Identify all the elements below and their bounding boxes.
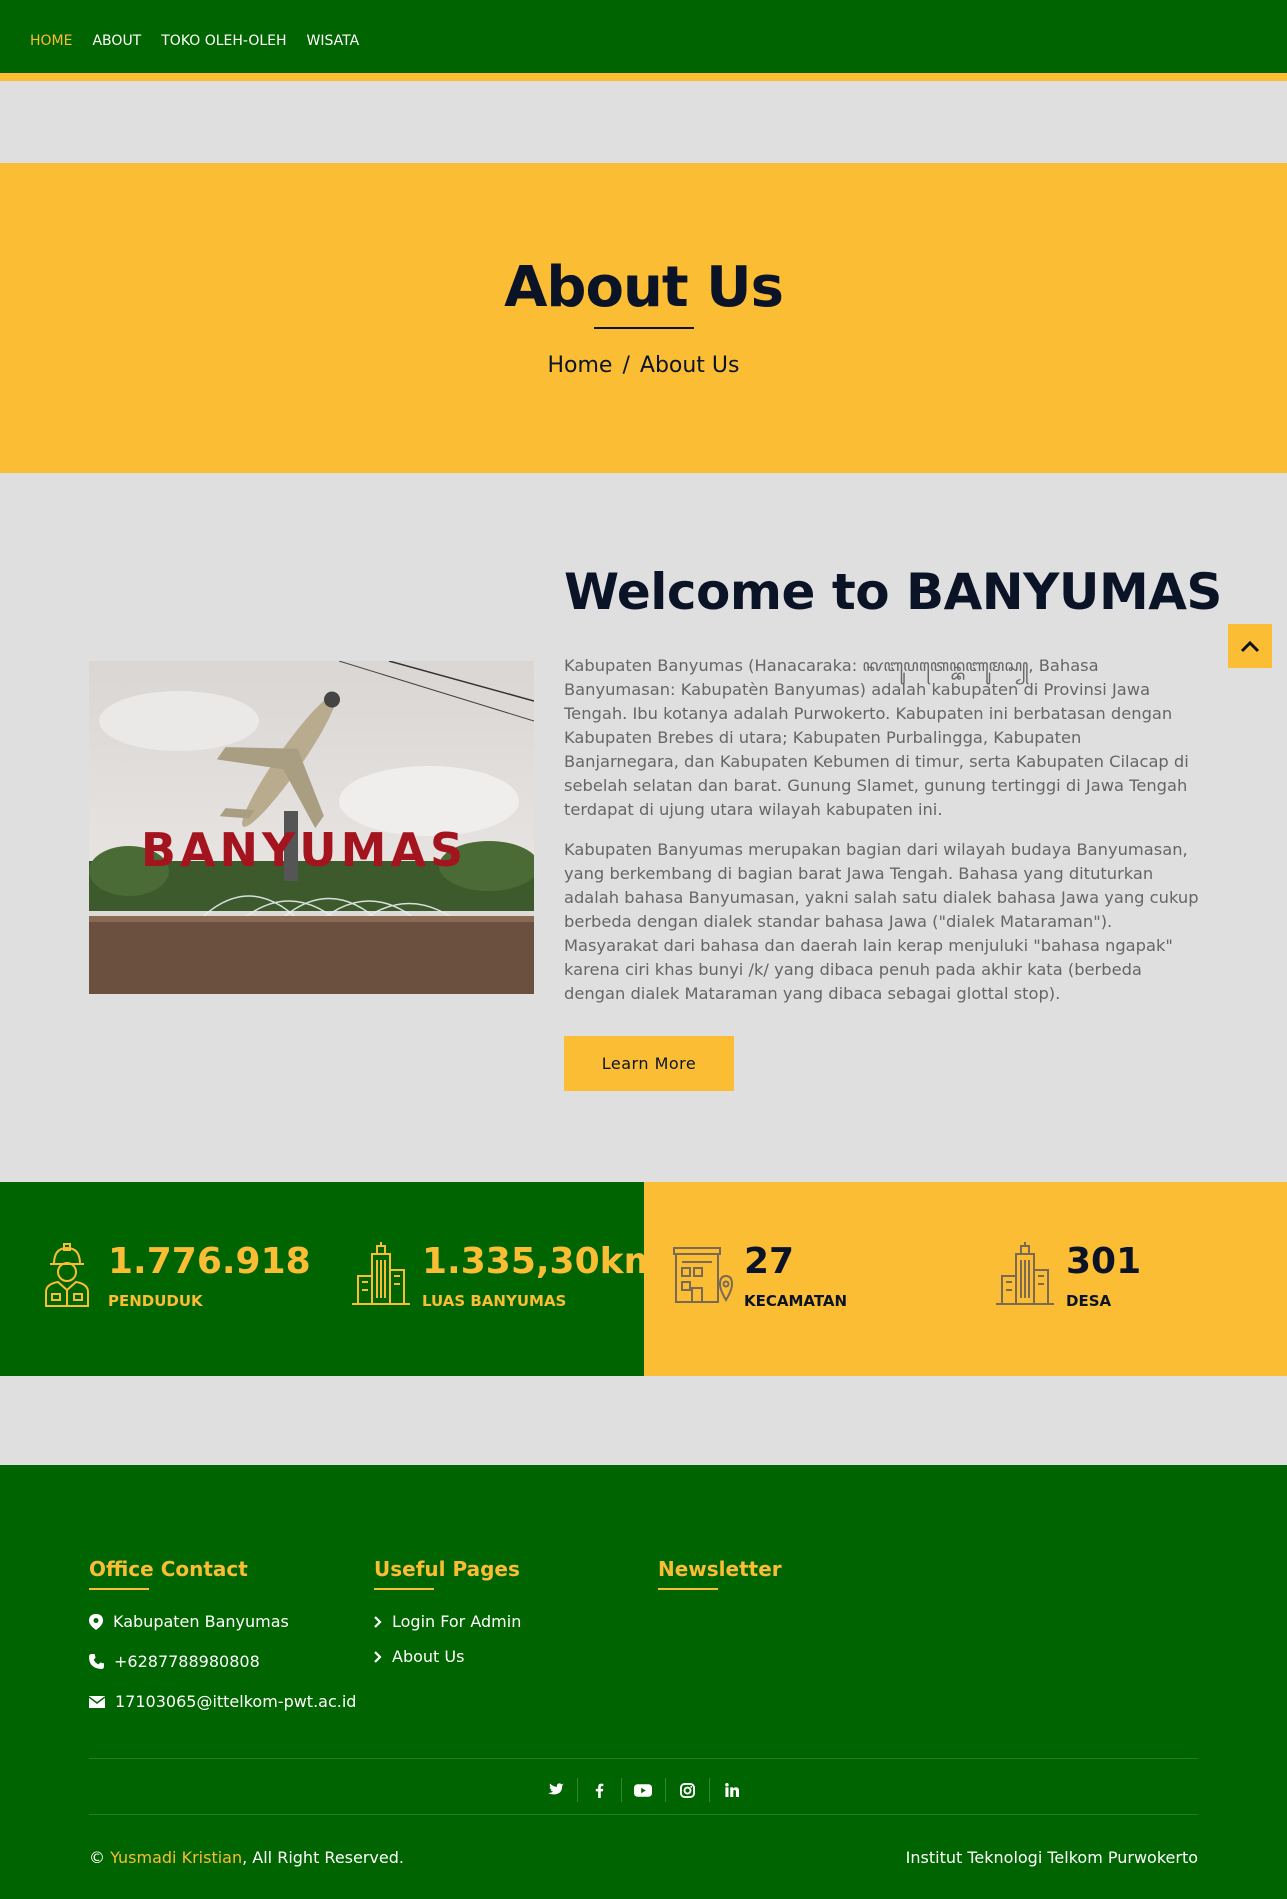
chevron-right-icon [374, 1615, 382, 1628]
page-title: About Us [504, 255, 784, 320]
back-to-top-button[interactable] [1228, 624, 1272, 668]
instagram-icon [679, 1782, 695, 1798]
facebook-icon [595, 1783, 603, 1798]
copyright-text: © Yusmadi Kristian, All Right Reserved. [89, 1848, 404, 1867]
banyumas-monument-photo: BANYUMAS [89, 661, 534, 994]
stat-label: PENDUDUK [108, 1292, 203, 1310]
stat-value: 301 [1066, 1241, 1142, 1282]
office-contact-heading: Office Contact [89, 1557, 248, 1581]
linkedin-link[interactable] [710, 1778, 754, 1802]
navbar: HOME ABOUT TOKO OLEH-OLEH WISATA [0, 0, 1287, 81]
footer-link-label[interactable]: About Us [392, 1647, 464, 1666]
worker-icon [45, 1243, 89, 1307]
useful-pages-heading: Useful Pages [374, 1557, 520, 1581]
footer-link-login[interactable]: Login For Admin [374, 1612, 521, 1631]
nav-wisata-link[interactable]: WISATA [307, 33, 360, 49]
breadcrumb-home-link[interactable]: Home [548, 353, 613, 378]
stat-penduduk: 1.776.918 PENDUDUK [36, 1240, 311, 1310]
linkedin-icon [724, 1783, 739, 1797]
phone-icon [89, 1654, 104, 1669]
newsletter-heading: Newsletter [658, 1557, 782, 1581]
social-links [0, 1778, 1287, 1802]
building-location-icon [673, 1247, 734, 1303]
email-text: 17103065@ittelkom-pwt.ac.id [115, 1692, 357, 1711]
twitter-link[interactable] [534, 1778, 578, 1802]
contact-phone: +6287788980808 [89, 1652, 260, 1671]
address-text: Kabupaten Banyumas [113, 1612, 289, 1631]
institution-text: Institut Teknologi Telkom Purwokerto [905, 1848, 1198, 1867]
footer-link-label[interactable]: Login For Admin [392, 1612, 521, 1631]
chevron-up-icon [1240, 640, 1260, 653]
contact-email: 17103065@ittelkom-pwt.ac.id [89, 1692, 356, 1711]
nav-about-link[interactable]: ABOUT [92, 33, 141, 49]
twitter-icon [547, 1783, 564, 1795]
title-underline [594, 327, 694, 329]
heading-underline [89, 1588, 149, 1590]
contact-address: Kabupaten Banyumas [89, 1612, 289, 1631]
phone-text: +6287788980808 [114, 1652, 260, 1671]
about-paragraph-1: Kabupaten Banyumas (Hanacaraka: ꦑꦧꦸꦥꦠꦺꦤ꧀… [564, 656, 1189, 819]
stat-value: 27 [744, 1241, 795, 1282]
heading-underline [658, 1588, 718, 1590]
stat-desa: 301 DESA [994, 1240, 1141, 1310]
city-buildings-icon [996, 1242, 1054, 1305]
learn-more-button[interactable]: Learn More [564, 1036, 734, 1091]
nav-toko-oleh-oleh-link[interactable]: TOKO OLEH-OLEH [161, 33, 286, 49]
footer-divider [89, 1758, 1198, 1759]
nav-menu: HOME ABOUT TOKO OLEH-OLEH WISATA [30, 33, 359, 49]
heading-underline [374, 1588, 434, 1590]
footer: Office Contact Kabupaten Banyumas +62877… [0, 1465, 1287, 1899]
youtube-icon [634, 1783, 652, 1797]
page-header-banner: About Us Home / About Us [0, 163, 1287, 473]
city-buildings-icon [352, 1242, 410, 1305]
about-heading: Welcome to BANYUMAS [564, 563, 1222, 621]
stat-value: 1.776.918 [108, 1241, 311, 1282]
about-paragraph-2: Kabupaten Banyumas merupakan bagian dari… [564, 840, 1199, 1003]
stat-label: KECAMATAN [744, 1292, 848, 1310]
breadcrumb-current: About Us [639, 353, 740, 378]
copyright-suffix: , All Right Reserved. [242, 1848, 404, 1867]
footer-divider [89, 1814, 1198, 1815]
stat-label: DESA [1066, 1292, 1112, 1310]
breadcrumb: Home / About Us [0, 353, 1287, 378]
nav-home-link[interactable]: HOME [30, 33, 72, 49]
breadcrumb-separator: / [622, 353, 630, 378]
map-marker-icon [89, 1613, 103, 1630]
stat-label: LUAS BANYUMAS [422, 1292, 567, 1310]
footer-link-about[interactable]: About Us [374, 1647, 464, 1666]
sign-text: BANYUMAS [141, 823, 467, 877]
stat-luas-banyumas: 1.335,30km² LUAS BANYUMAS [350, 1240, 677, 1310]
copyright-symbol: © [89, 1848, 105, 1867]
youtube-link[interactable] [622, 1778, 666, 1802]
instagram-link[interactable] [666, 1778, 710, 1802]
chevron-right-icon [374, 1650, 382, 1663]
stat-value: 1.335,30km² [422, 1241, 677, 1282]
facebook-link[interactable] [578, 1778, 622, 1802]
stat-kecamatan: 27 KECAMATAN [672, 1240, 847, 1310]
author-link[interactable]: Yusmadi Kristian [110, 1848, 242, 1867]
envelope-icon [89, 1695, 105, 1708]
